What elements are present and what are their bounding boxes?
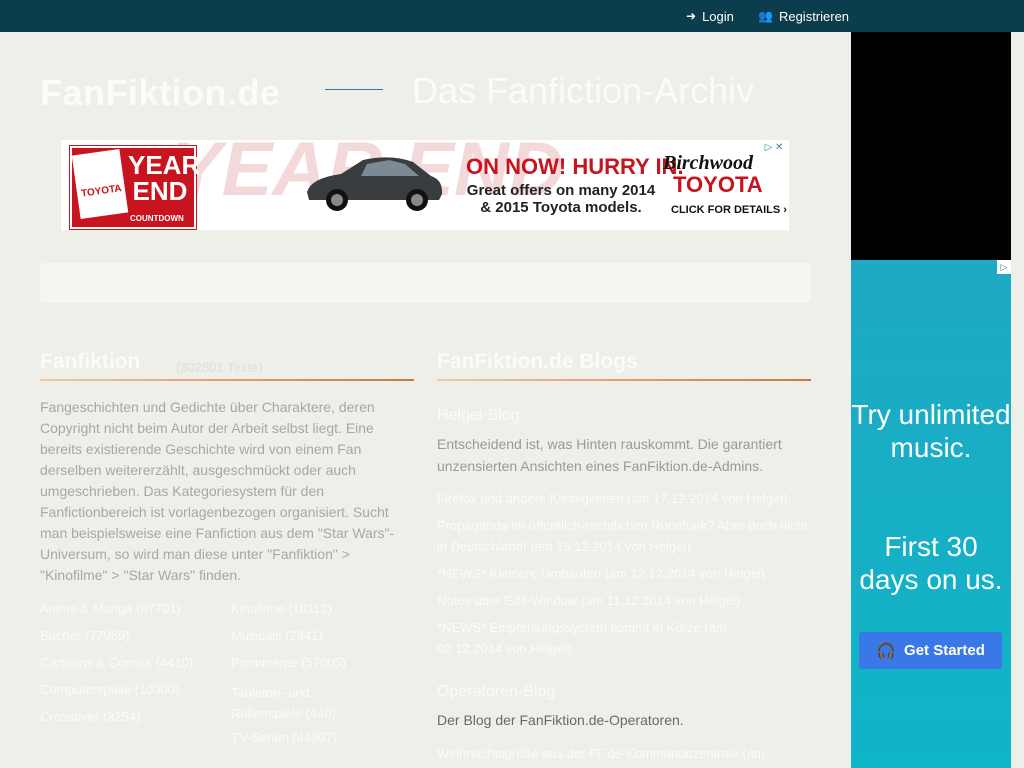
blog-post-link[interactable]: Firefox und andere Kleinigkeiten (am 17.… <box>437 488 811 509</box>
category-link[interactable]: TV-Serien (44907) <box>231 730 337 745</box>
sign-in-icon: ➜ <box>686 9 697 23</box>
blog-post-link[interactable]: Weihnachtsgrüße aus der FF.de-Kommandoze… <box>437 743 811 764</box>
fanfiktion-heading[interactable]: Fanfiktion <box>40 350 140 374</box>
category-link[interactable]: Musicals (2341) <box>231 628 323 643</box>
category-link[interactable]: Crossover (3254) <box>40 709 140 724</box>
ad-body: Great offers on many 2014 & 2015 Toyota … <box>466 182 656 216</box>
car-image <box>307 157 443 211</box>
badge-brand: TOYOTA <box>80 183 123 200</box>
operator-blog-title[interactable]: Operatoren-Blog <box>437 683 555 701</box>
category-link[interactable]: Cartoons & Comics (4410) <box>40 655 193 670</box>
category-link[interactable]: Prominente (57005) <box>231 655 346 670</box>
get-started-label: Get Started <box>904 642 985 659</box>
side-ad-black <box>851 32 1011 260</box>
blogs-rule <box>437 379 811 381</box>
calendar-icon: TOYOTA <box>71 148 129 220</box>
helgei-blog-description: Entscheidend ist, was Hinten rauskommt. … <box>437 436 782 474</box>
headphones-icon: 🎧 <box>876 642 897 660</box>
category-link[interactable]: Computerspiele (10300) <box>40 682 179 697</box>
fanfiktion-rule <box>40 379 414 381</box>
category-link[interactable]: Tabletop- und Rollenspiele (440) <box>231 682 351 724</box>
register-link[interactable]: 👥 Registrieren <box>758 0 849 32</box>
operator-blog-description: Der Blog der FanFiktion.de-Operatoren. <box>437 712 684 728</box>
site-logo[interactable]: FanFiktion.de <box>40 72 281 114</box>
ad-cta[interactable]: CLICK FOR DETAILS › <box>671 204 787 216</box>
ad-badge: TOYOTA YEAR END COUNTDOWN <box>70 146 201 229</box>
blog-post-link[interactable]: Propaganda im öffentlich-rechtlichen Run… <box>437 515 811 557</box>
category-link[interactable]: Anime & Manga (87701) <box>40 601 181 616</box>
category-link[interactable]: Bücher (77989) <box>40 628 130 643</box>
right-margin <box>1011 32 1024 768</box>
login-label: Login <box>702 8 734 24</box>
users-icon: 👥 <box>758 9 773 23</box>
blog-post-link[interactable]: Notes über Edit-Window (am 11.12.2014 vo… <box>437 590 811 611</box>
helgei-blog-title[interactable]: Helgei-Blog <box>437 407 520 425</box>
badge-subtitle: COUNTDOWN <box>130 214 184 223</box>
blog-post-link[interactable]: *NEWS* Kleinere Umbauten (am 12.12.2014 … <box>437 563 811 584</box>
get-started-button[interactable]: 🎧 Get Started <box>859 632 1002 669</box>
badge-title: YEAR END <box>128 150 201 206</box>
side-ad-first: First 30 days on us. <box>859 531 1003 595</box>
top-navigation-bar: ➜ Login 👥 Registrieren <box>0 0 1024 32</box>
adchoices-icon[interactable]: ▷ <box>997 260 1011 274</box>
ad-headline: ON NOW! HURRY IN. <box>466 154 684 179</box>
site-tagline: Das Fanfiction-Archiv <box>412 70 755 111</box>
category-link[interactable]: Kinofilme (10112) <box>231 601 332 616</box>
banner-ad[interactable]: YEAR END TOYOTA YEAR END COUNTDOWN ON NO… <box>61 140 789 230</box>
register-label: Registrieren <box>778 8 850 24</box>
fanfiktion-description: Fangeschichten und Gedichte über Charakt… <box>40 399 395 583</box>
blog-post-link[interactable]: *NEWS* Empfehlungssystem kommt in Kürze … <box>437 617 767 659</box>
side-ad[interactable]: ▷ Try unlimited music. First 30 days on … <box>851 260 1011 768</box>
side-ad-try: Try unlimited music. <box>851 399 1011 463</box>
adchoices-icon[interactable]: ▷ ✕ <box>759 140 789 155</box>
fanfiktion-count: (302801 Texte) <box>176 360 263 375</box>
ad-brand: TOYOTA <box>673 172 763 197</box>
blogs-heading[interactable]: FanFiktion.de Blogs <box>437 350 638 374</box>
notice-box <box>40 263 811 303</box>
login-link[interactable]: ➜ Login <box>686 0 734 32</box>
logo-divider <box>325 89 383 90</box>
